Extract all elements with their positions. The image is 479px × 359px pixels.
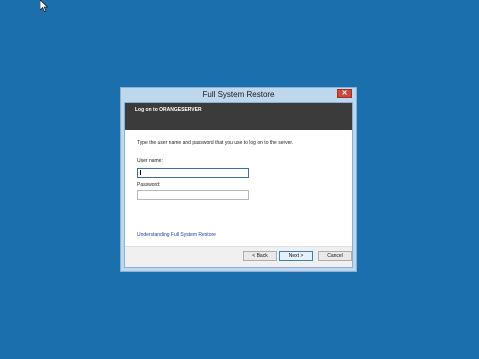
username-input[interactable]	[137, 168, 249, 178]
next-button[interactable]: Next >	[279, 251, 313, 261]
close-icon[interactable]: ✕	[337, 89, 352, 98]
window-title: Full System Restore	[202, 90, 275, 99]
instructions-text: Type the user name and password that you…	[137, 140, 294, 146]
password-input[interactable]	[137, 190, 249, 200]
cancel-button[interactable]: Cancel	[318, 251, 352, 261]
full-system-restore-dialog: Full System Restore ✕ Log on to ORANGESE…	[120, 87, 357, 272]
mouse-pointer-icon	[40, 0, 48, 12]
desktop: Full System Restore ✕ Log on to ORANGESE…	[0, 0, 479, 359]
understanding-full-system-restore-link[interactable]: Understanding Full System Restore	[137, 232, 216, 238]
username-label: User name:	[137, 158, 163, 164]
header-band: Log on to ORANGESERVER	[125, 103, 352, 130]
dialog-footer: < Back Next > Cancel	[125, 246, 352, 267]
page-title: Log on to ORANGESERVER	[135, 107, 202, 113]
text-caret	[140, 170, 141, 175]
back-button[interactable]: < Back	[243, 251, 277, 261]
dialog-client-area: Log on to ORANGESERVER Type the user nam…	[124, 102, 353, 268]
title-bar[interactable]: Full System Restore ✕	[121, 88, 356, 102]
password-label: Password:	[137, 182, 161, 188]
